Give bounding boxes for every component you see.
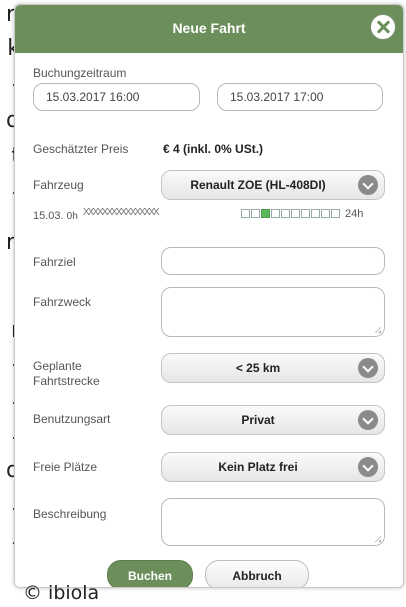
distance-label-line1: Geplante	[33, 359, 82, 373]
description-textarea[interactable]	[161, 498, 385, 546]
booking-end-input[interactable]: 15.03.2017 17:00	[217, 83, 383, 111]
vehicle-select[interactable]: Renault ZOE (HL-408DI)	[161, 170, 385, 200]
timeline-start: 0h	[66, 211, 78, 222]
price-label: Geschätzter Preis	[33, 142, 129, 156]
timeline-slots	[241, 209, 341, 218]
timeline-slot-selected	[261, 209, 270, 218]
availability-timeline: 15.03. 0h	[33, 210, 78, 222]
booking-period-label: Buchungzeitraum	[33, 66, 127, 80]
usage-type-select[interactable]: Privat	[161, 405, 385, 435]
chevron-down-icon	[358, 175, 378, 195]
copyright-text: © ibiola	[23, 582, 100, 604]
free-seats-label: Freie Plätze	[33, 460, 98, 474]
description-label: Beschreibung	[33, 507, 107, 521]
timeline-slot	[301, 209, 310, 218]
distance-select[interactable]: < 25 km	[161, 353, 385, 383]
usage-type-select-value: Privat	[241, 413, 275, 427]
vehicle-label: Fahrzeug	[33, 178, 84, 192]
purpose-textarea[interactable]	[161, 287, 385, 337]
timeline-slot	[281, 209, 290, 218]
usage-type-label: Benutzungsart	[33, 412, 111, 426]
dialog-title: Neue Fahrt	[172, 20, 246, 36]
booking-start-input[interactable]: 15.03.2017 16:00	[33, 83, 200, 111]
destination-input[interactable]	[161, 247, 385, 275]
timeline-slot	[311, 209, 320, 218]
resize-grip-icon[interactable]	[374, 535, 381, 542]
distance-label-line2: Fahrtstrecke	[33, 374, 100, 388]
chevron-down-icon	[358, 410, 378, 430]
free-seats-select[interactable]: Kein Platz frei	[161, 452, 385, 482]
free-seats-select-value: Kein Platz frei	[218, 460, 298, 474]
dialog-titlebar: Neue Fahrt	[15, 5, 403, 53]
price-value: € 4 (inkl. 0% USt.)	[163, 142, 264, 156]
close-icon[interactable]	[371, 15, 395, 39]
resize-grip-icon[interactable]	[374, 326, 381, 333]
chevron-down-icon	[358, 358, 378, 378]
new-trip-dialog: Neue Fahrt Buchungzeitraum 15.03.2017 16…	[14, 4, 404, 588]
timeline-slot	[241, 209, 250, 218]
timeline-slot	[251, 209, 260, 218]
timeline-end: 24h	[345, 208, 364, 220]
purpose-label: Fahrzweck	[33, 295, 92, 309]
distance-select-value: < 25 km	[235, 361, 281, 375]
cancel-button[interactable]: Abbruch	[205, 560, 309, 587]
destination-label: Fahrziel	[33, 255, 76, 269]
timeline-slot	[331, 209, 340, 218]
book-button[interactable]: Buchen	[107, 560, 193, 587]
timeline-slot	[321, 209, 330, 218]
timeline-slot	[271, 209, 280, 218]
timeline-date: 15.03.	[33, 210, 64, 222]
chevron-down-icon	[358, 457, 378, 477]
timeline-slot	[291, 209, 300, 218]
timeline-booked-marks: XXXXXXXXXXXXXXXX	[83, 207, 160, 218]
vehicle-select-value: Renault ZOE (HL-408DI)	[190, 178, 326, 192]
